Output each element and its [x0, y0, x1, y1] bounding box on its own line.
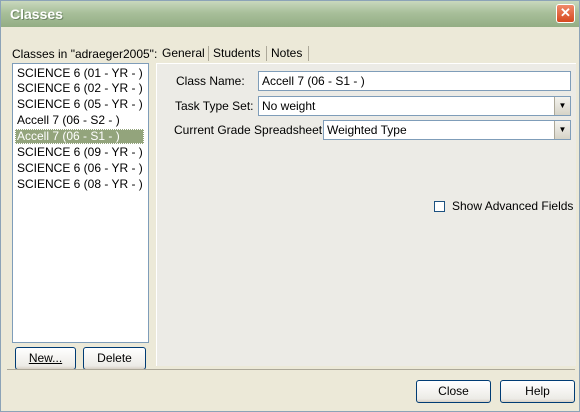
tab-divider	[308, 46, 309, 61]
tab-students[interactable]: Students	[210, 45, 263, 62]
grade-spreadsheet-value: Weighted Type	[327, 123, 407, 137]
list-item[interactable]: Accell 7 (06 - S2 - )	[15, 113, 144, 128]
grade-spreadsheet-label: Current Grade Spreadsheet:	[174, 123, 326, 137]
class-name-label: Class Name:	[176, 74, 245, 88]
list-item[interactable]: SCIENCE 6 (02 - YR - )	[15, 81, 144, 96]
class-name-field[interactable]: Accell 7 (06 - S1 - )	[258, 71, 571, 91]
chevron-down-icon[interactable]: ▼	[554, 97, 570, 115]
tab-divider	[208, 46, 209, 61]
classes-list[interactable]: SCIENCE 6 (01 - YR - ) SCIENCE 6 (02 - Y…	[12, 63, 149, 343]
show-advanced-checkbox[interactable]	[434, 201, 445, 212]
help-button[interactable]: Help	[500, 380, 575, 403]
delete-button-label: Delete	[97, 351, 132, 365]
close-button-label: Close	[438, 384, 469, 398]
show-advanced-label: Show Advanced Fields	[452, 199, 574, 213]
tab-notes[interactable]: Notes	[268, 45, 305, 62]
close-button[interactable]: Close	[416, 380, 491, 403]
list-item[interactable]: SCIENCE 6 (05 - YR - )	[15, 97, 144, 112]
task-type-set-select[interactable]: No weight ▼	[258, 96, 571, 116]
task-type-set-value: No weight	[262, 99, 316, 113]
classes-dialog: Classes ✕ Classes in "adraeger2005": SCI…	[0, 0, 580, 412]
help-button-label: Help	[525, 384, 550, 398]
list-item[interactable]: SCIENCE 6 (09 - YR - )	[15, 145, 144, 160]
tab-general[interactable]: General	[159, 45, 208, 62]
new-button-label: New...	[28, 351, 63, 365]
close-icon[interactable]: ✕	[556, 4, 575, 23]
new-button[interactable]: New...	[15, 347, 76, 370]
tab-divider	[266, 46, 267, 61]
list-item[interactable]: SCIENCE 6 (06 - YR - )	[15, 161, 144, 176]
footer-divider	[7, 369, 575, 370]
window-title: Classes	[10, 6, 63, 22]
list-item[interactable]: SCIENCE 6 (08 - YR - )	[15, 177, 144, 192]
delete-button[interactable]: Delete	[83, 347, 146, 370]
list-item-selected[interactable]: Accell 7 (06 - S1 - )	[15, 129, 144, 144]
grade-spreadsheet-select[interactable]: Weighted Type ▼	[323, 120, 571, 140]
title-bar[interactable]: Classes ✕	[1, 1, 579, 27]
task-type-set-label: Task Type Set:	[175, 99, 254, 113]
chevron-down-icon[interactable]: ▼	[554, 121, 570, 139]
list-item[interactable]: SCIENCE 6 (01 - YR - )	[15, 66, 144, 81]
classes-list-heading: Classes in "adraeger2005":	[12, 47, 158, 61]
